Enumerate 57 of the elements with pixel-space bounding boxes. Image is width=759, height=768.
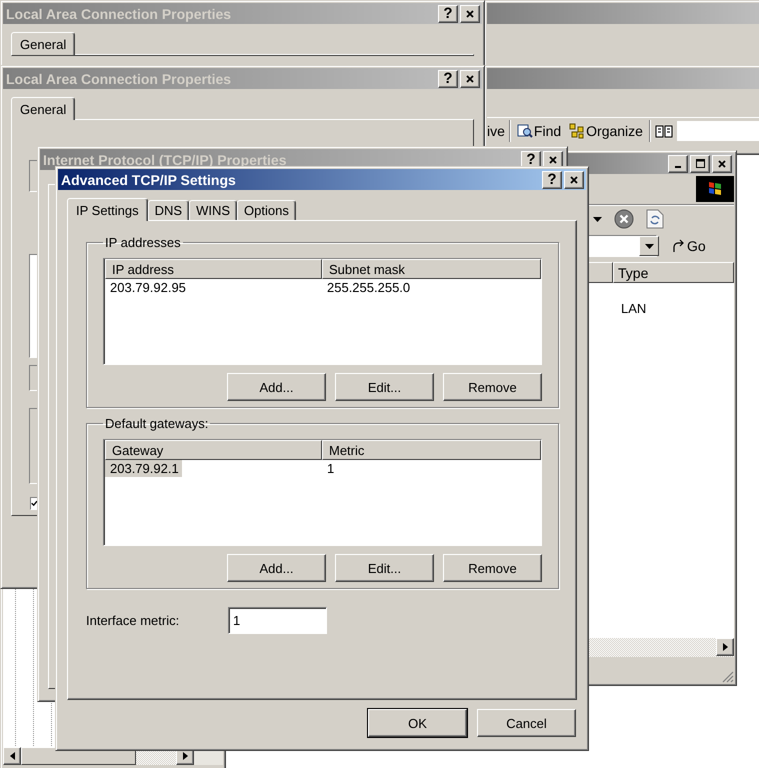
check-icon — [31, 499, 37, 508]
resize-grip-icon[interactable] — [722, 671, 734, 683]
cancel-button[interactable]: Cancel — [477, 709, 576, 737]
tab[interactable]: General — [11, 97, 76, 120]
column-header[interactable]: Metric — [322, 440, 541, 460]
refresh-icon[interactable] — [646, 209, 664, 229]
push-button[interactable]: Edit... — [335, 554, 434, 582]
arrow-icon[interactable] — [671, 239, 685, 253]
push-button[interactable]: Add... — [227, 373, 326, 401]
column-header[interactable]: Type — [613, 262, 734, 283]
stop-icon[interactable] — [614, 209, 634, 229]
windows-logo-icon — [696, 176, 734, 202]
table-cell[interactable]: 1 — [322, 460, 340, 477]
field-label: Interface metric: — [86, 613, 180, 628]
group-label: Default gateways: — [104, 416, 210, 431]
left-arrow-icon[interactable] — [10, 752, 14, 760]
help-button[interactable]: ? — [542, 170, 562, 188]
window-title: Advanced TCP/IP Settings — [61, 172, 237, 188]
magnifier-icon — [516, 123, 533, 139]
scroll-right-button[interactable] — [716, 638, 734, 656]
go-button[interactable]: Go — [667, 238, 710, 254]
right-arrow-icon[interactable] — [182, 752, 188, 760]
tab[interactable]: DNS — [148, 200, 190, 220]
tab[interactable]: IP Settings — [67, 198, 148, 221]
push-button[interactable]: Remove — [443, 373, 542, 401]
table-cell: LAN — [621, 301, 646, 316]
organize-button[interactable]: Organize — [567, 123, 645, 139]
input-field[interactable]: 1 — [228, 607, 327, 634]
push-button[interactable]: Add... — [227, 554, 326, 582]
group-label: IP addresses — [104, 235, 182, 250]
tab[interactable]: General — [11, 32, 76, 55]
caret-icon[interactable] — [644, 244, 654, 248]
push-button[interactable]: Edit... — [335, 373, 434, 401]
close-icon[interactable] — [570, 176, 578, 184]
scroll-left-button[interactable] — [3, 747, 21, 765]
window-title: Local Area Connection Properties — [6, 6, 232, 22]
dropdown-button[interactable] — [639, 236, 659, 256]
table-cell[interactable]: 255.255.255.0 — [322, 279, 416, 296]
tab[interactable]: Options — [237, 200, 296, 220]
table-cell[interactable]: 203.79.92.95 — [105, 279, 322, 296]
close-button[interactable] — [564, 170, 584, 188]
toolbar-label: ive — [487, 123, 505, 139]
window-title: Internet Protocol (TCP/IP) Properties — [43, 152, 288, 168]
window-title: Local Area Connection Properties — [6, 70, 232, 86]
column-header[interactable]: Gateway — [105, 440, 322, 460]
tab[interactable]: WINS — [189, 200, 238, 220]
column-header[interactable]: IP address — [105, 259, 322, 279]
column-header[interactable]: Subnet mask — [322, 259, 541, 279]
find-button[interactable]: Find — [514, 123, 564, 139]
ok-button[interactable]: OK — [368, 709, 467, 737]
right-arrow-icon[interactable] — [722, 643, 728, 651]
push-button[interactable]: Remove — [443, 554, 542, 582]
address-field[interactable] — [676, 121, 759, 141]
book-icon[interactable] — [654, 123, 673, 139]
dropdown-arrow-icon[interactable] — [593, 216, 602, 222]
grid-icon — [569, 123, 586, 139]
table-cell[interactable]: 203.79.92.1 — [105, 460, 182, 477]
